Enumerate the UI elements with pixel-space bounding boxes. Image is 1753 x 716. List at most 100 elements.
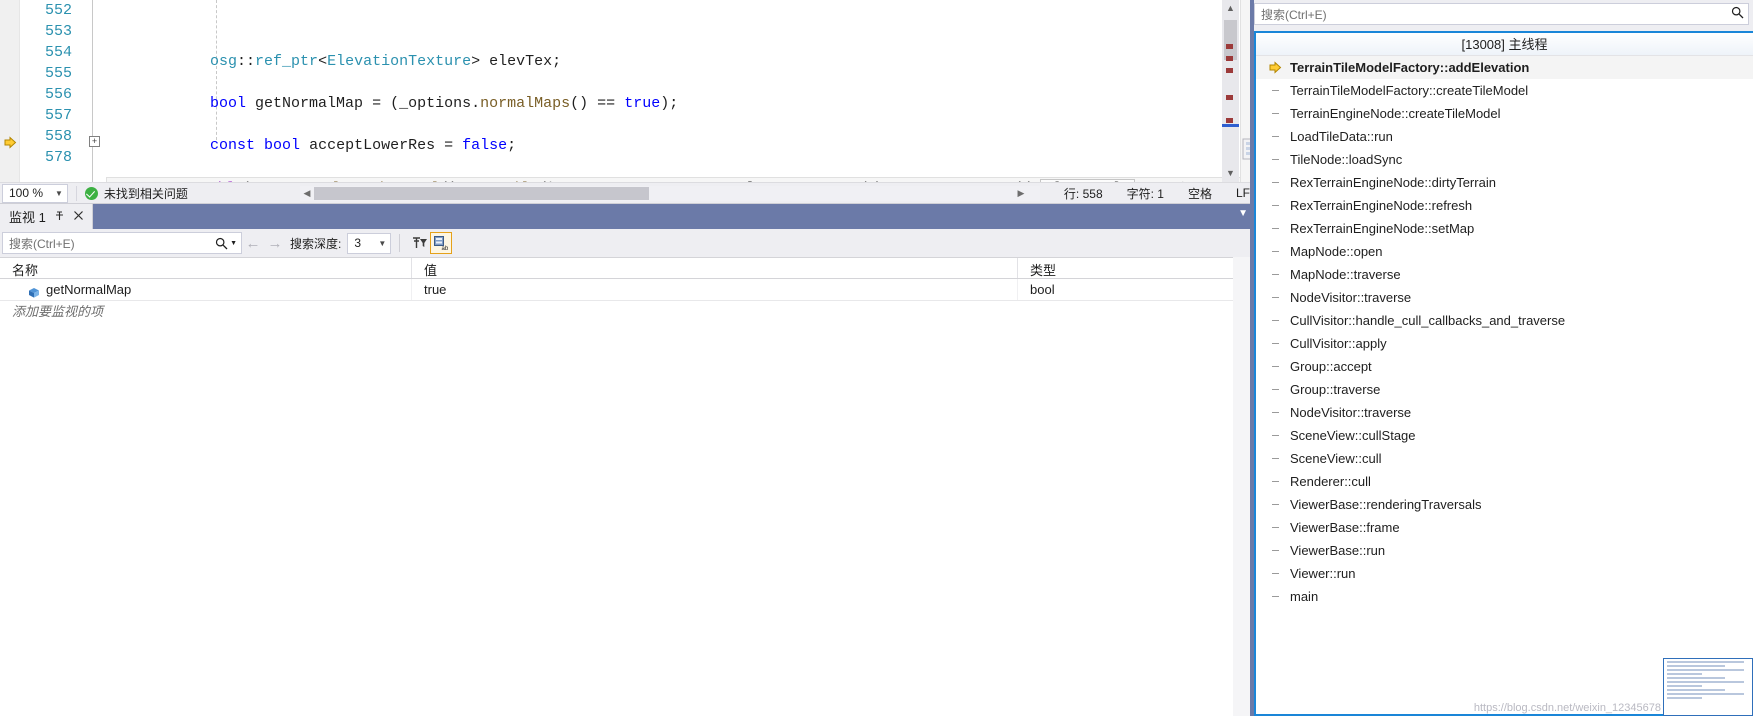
call-stack-frame[interactable]: MapNode::open xyxy=(1256,240,1753,263)
line-number: 555 xyxy=(44,65,72,82)
call-stack-frame[interactable]: Group::accept xyxy=(1256,355,1753,378)
frame-tick-icon xyxy=(1260,182,1290,183)
call-stack-frame[interactable]: Renderer::cull xyxy=(1256,470,1753,493)
call-stack-frame[interactable]: SceneView::cull xyxy=(1256,447,1753,470)
call-stack-window: 搜索(Ctrl+E) [13008] 主线程 TerrainTileModelF… xyxy=(1250,0,1753,716)
add-watch-item-placeholder[interactable]: 添加要监视的项 xyxy=(0,301,1250,322)
code-token: getNormalMap xyxy=(246,95,373,112)
call-stack-frame[interactable]: ViewerBase::frame xyxy=(1256,516,1753,539)
editor-indicator-margin[interactable] xyxy=(0,0,20,182)
search-previous-button[interactable]: ← xyxy=(242,235,264,252)
column-header-name[interactable]: 名称 xyxy=(0,258,412,278)
divider xyxy=(399,234,401,252)
scroll-marker xyxy=(1226,44,1233,49)
editor-status-bar: 100 % ▼ 未找到相关问题 ◀ ▶ 行: 558 字符: 1 空格 LF xyxy=(0,182,1250,203)
code-fold-expander[interactable]: + xyxy=(89,136,100,147)
call-stack-frame[interactable]: TileNode::loadSync xyxy=(1256,148,1753,171)
call-stack-frame[interactable]: TerrainEngineNode::createTileModel xyxy=(1256,102,1753,125)
editor-vertical-scrollbar[interactable]: ▲ ▼ xyxy=(1222,0,1239,182)
code-token: bool xyxy=(264,137,301,154)
search-depth-combobox[interactable]: 3 ▼ xyxy=(347,232,392,254)
scroll-down-arrow-icon[interactable]: ▼ xyxy=(1222,165,1239,182)
call-stack-frame[interactable]: CullVisitor::apply xyxy=(1256,332,1753,355)
call-stack-frame[interactable]: NodeVisitor::traverse xyxy=(1256,401,1753,424)
code-token: ; xyxy=(507,137,517,154)
current-frame-arrow-icon xyxy=(1260,60,1290,75)
code-line[interactable] xyxy=(102,156,1250,177)
issues-status-label: 未找到相关问题 xyxy=(103,186,188,201)
editor-structure-guide xyxy=(84,0,100,182)
call-stack-frame[interactable]: Group::traverse xyxy=(1256,378,1753,401)
hscrollbar-thumb[interactable] xyxy=(313,186,649,200)
frame-tick-icon xyxy=(1260,320,1290,321)
code-line[interactable]: osg::ref_ptr<ElevationTexture> elevTex; xyxy=(102,51,1250,72)
search-icon[interactable] xyxy=(1731,6,1744,22)
tab-overflow-chevron-icon[interactable]: ▼ xyxy=(1238,208,1248,219)
code-token: < xyxy=(318,53,328,70)
scroll-right-arrow-icon[interactable]: ▶ xyxy=(1014,188,1028,199)
thumb-line xyxy=(1667,665,1726,667)
column-header-type[interactable]: 类型 xyxy=(1018,258,1250,278)
code-line[interactable] xyxy=(102,72,1250,93)
line-number: 553 xyxy=(44,23,72,40)
frame-tick-icon xyxy=(1260,596,1290,597)
thumb-line xyxy=(1667,685,1703,687)
filter-pin-icon[interactable] xyxy=(408,232,430,254)
watch-cell-name[interactable]: getNormalMap xyxy=(0,279,412,300)
code-editor[interactable]: 552 553 554 555 556 557 558 578 + osg::ref_ptr<… xyxy=(0,0,1250,182)
call-stack-frame[interactable]: RexTerrainEngineNode::dirtyTerrain xyxy=(1256,171,1753,194)
caret-column-label: 字符: 1 xyxy=(1126,186,1164,201)
code-line[interactable]: const bool acceptLowerRes = false; xyxy=(102,135,1250,156)
call-stack-frame[interactable]: MapNode::traverse xyxy=(1256,263,1753,286)
call-stack-frame[interactable]: NodeVisitor::traverse xyxy=(1256,286,1753,309)
call-stack-frame-label: ViewerBase::run xyxy=(1290,543,1386,558)
editor-line-numbers: 552 553 554 555 556 557 558 578 xyxy=(20,0,80,182)
call-stack-frame[interactable]: ViewerBase::run xyxy=(1256,539,1753,562)
call-stack-search-input[interactable]: 搜索(Ctrl+E) xyxy=(1254,3,1749,25)
code-line[interactable] xyxy=(102,114,1250,135)
table-row[interactable]: getNormalMap true bool xyxy=(0,279,1250,300)
search-next-button[interactable]: → xyxy=(264,235,286,252)
call-stack-frame-label: CullVisitor::handle_cull_callbacks_and_t… xyxy=(1290,313,1566,328)
scroll-up-arrow-icon[interactable]: ▲ xyxy=(1222,0,1239,17)
watch-cell-value[interactable]: true xyxy=(412,279,1018,300)
scroll-left-arrow-icon[interactable]: ◀ xyxy=(300,188,314,199)
search-icon[interactable]: ▼ xyxy=(215,237,237,250)
call-stack-frame-current[interactable]: TerrainTileModelFactory::addElevation xyxy=(1256,56,1753,79)
call-stack-frame-label: ViewerBase::renderingTraversals xyxy=(1290,497,1482,512)
watch-vertical-scrollbar[interactable] xyxy=(1233,257,1250,716)
line-number: 556 xyxy=(44,86,72,103)
watch-cell-type: bool xyxy=(1030,282,1055,297)
call-stack-frame[interactable]: SceneView::cullStage xyxy=(1256,424,1753,447)
watch-variable-grid[interactable]: 名称 值 类型 getNormalMap true bool 添加要监视的项 xyxy=(0,257,1250,716)
editor-horizontal-scrollbar[interactable]: ◀ ▶ xyxy=(299,185,1040,201)
preview-thumbnail-overlay[interactable] xyxy=(1663,658,1753,716)
code-line[interactable]: bool getNormalMap = (_options.normalMaps… xyxy=(102,93,1250,114)
thumb-line xyxy=(1667,661,1745,663)
call-stack-frame[interactable]: RexTerrainEngineNode::refresh xyxy=(1256,194,1753,217)
tab-watch-1[interactable]: 监视 1 xyxy=(0,204,93,229)
current-statement-arrow-icon xyxy=(3,135,18,150)
call-stack-frame[interactable]: TerrainTileModelFactory::createTileModel xyxy=(1256,79,1753,102)
call-stack-frame[interactable]: ViewerBase::renderingTraversals xyxy=(1256,493,1753,516)
call-stack-frame-label: TerrainTileModelFactory::addElevation xyxy=(1290,60,1530,75)
editor-code-text[interactable]: osg::ref_ptr<ElevationTexture> elevTex; … xyxy=(102,0,1250,182)
pin-icon[interactable] xyxy=(54,210,65,224)
call-stack-frame[interactable]: main xyxy=(1256,585,1753,608)
call-stack-frame[interactable]: CullVisitor::handle_cull_callbacks_and_t… xyxy=(1256,309,1753,332)
show-raw-values-icon[interactable]: ab xyxy=(430,232,453,254)
call-stack-frame-list[interactable]: [13008] 主线程 TerrainTileModelFactory::add… xyxy=(1254,31,1753,716)
scrollbar-thumb[interactable] xyxy=(1224,20,1237,60)
watch-search-input[interactable]: 搜索(Ctrl+E) ▼ xyxy=(2,232,242,254)
frame-tick-icon xyxy=(1260,251,1290,252)
call-stack-frame[interactable]: RexTerrainEngineNode::setMap xyxy=(1256,217,1753,240)
editor-preview-thumb-icon[interactable] xyxy=(1240,136,1250,162)
close-icon[interactable] xyxy=(73,210,84,224)
call-stack-frame[interactable]: LoadTileData::run xyxy=(1256,125,1753,148)
code-token: ElevationTexture xyxy=(327,53,472,70)
column-header-value[interactable]: 值 xyxy=(412,258,1018,278)
zoom-level-combobox[interactable]: 100 % ▼ xyxy=(2,183,68,203)
call-stack-frame[interactable]: Viewer::run xyxy=(1256,562,1753,585)
